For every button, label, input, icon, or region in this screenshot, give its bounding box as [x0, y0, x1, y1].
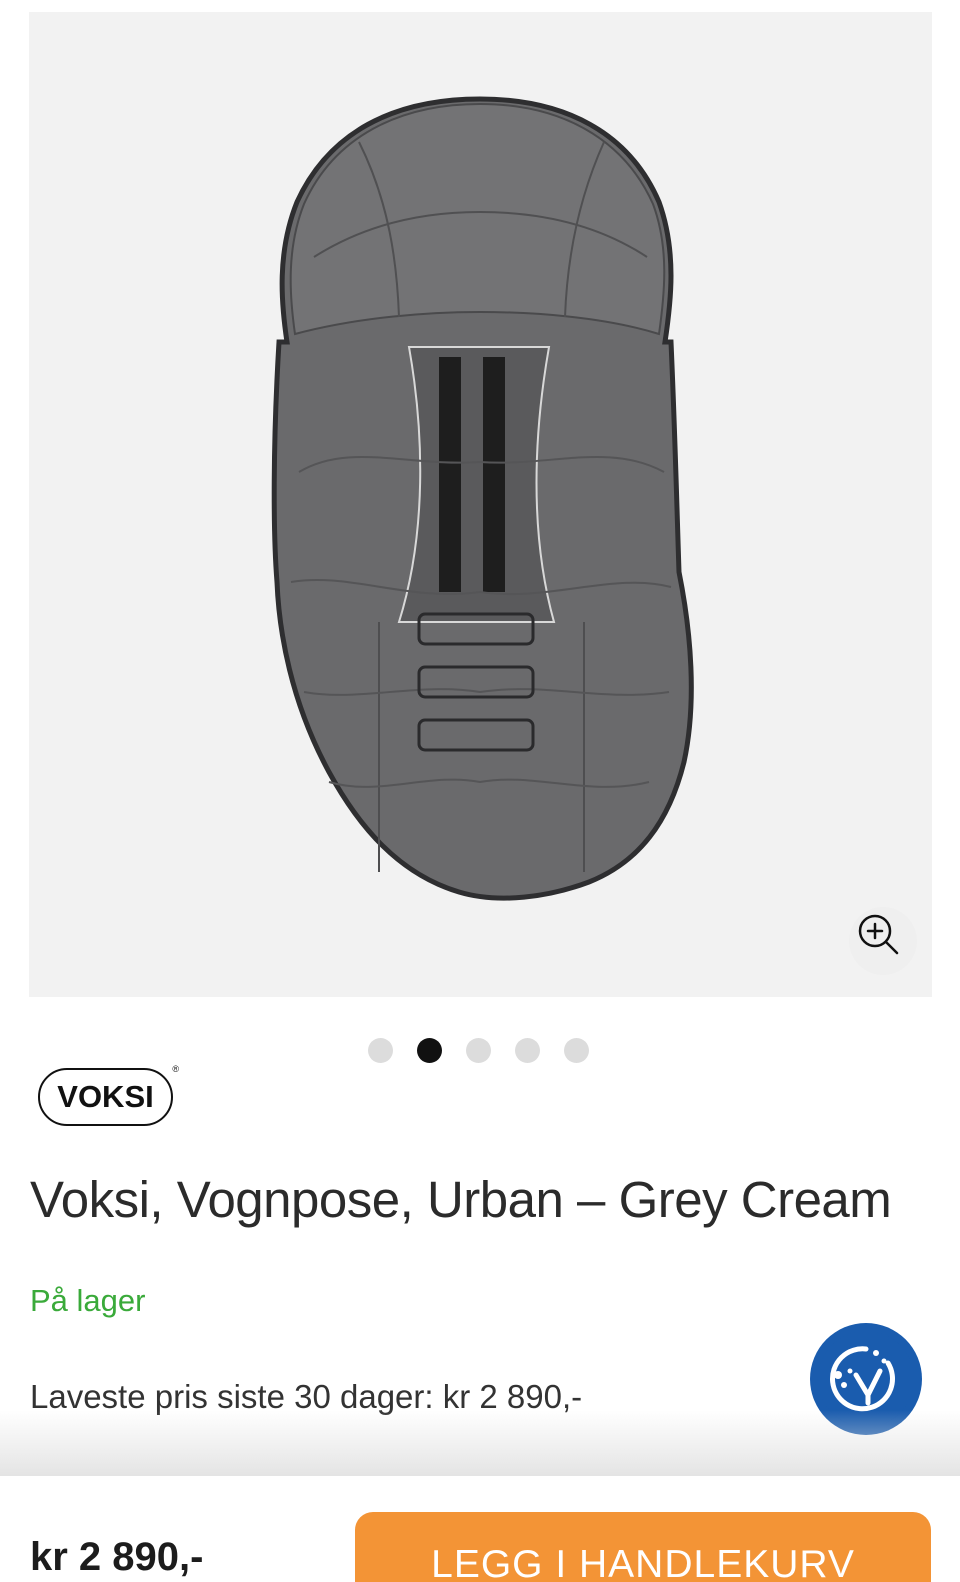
- gallery-dot[interactable]: [564, 1038, 589, 1063]
- zoom-button[interactable]: [849, 907, 917, 975]
- gallery-pagination: [368, 1038, 589, 1064]
- scroll-fade: [0, 1410, 960, 1476]
- stock-status: På lager: [30, 1283, 146, 1318]
- product-title: Voksi, Vognpose, Urban – Grey Cream: [30, 1171, 892, 1228]
- registered-mark: ®: [172, 1064, 179, 1074]
- gallery-dot[interactable]: [466, 1038, 491, 1063]
- gallery-dot[interactable]: [515, 1038, 540, 1063]
- product-image[interactable]: [29, 12, 932, 997]
- gallery-dot[interactable]: [368, 1038, 393, 1063]
- product-price: kr 2 890,-: [30, 1535, 204, 1579]
- product-image-gallery[interactable]: [29, 12, 932, 997]
- gallery-dot-active[interactable]: [417, 1038, 442, 1063]
- zoom-in-icon: [858, 914, 899, 955]
- add-to-cart-button[interactable]: LEGG I HANDLEKURV: [355, 1512, 931, 1582]
- brand-logo[interactable]: VOKSI ®: [38, 1064, 179, 1126]
- purchase-bar: kr 2 890,- LEGG I HANDLEKURV: [0, 1476, 960, 1582]
- brand-logo-text: VOKSI: [57, 1079, 154, 1114]
